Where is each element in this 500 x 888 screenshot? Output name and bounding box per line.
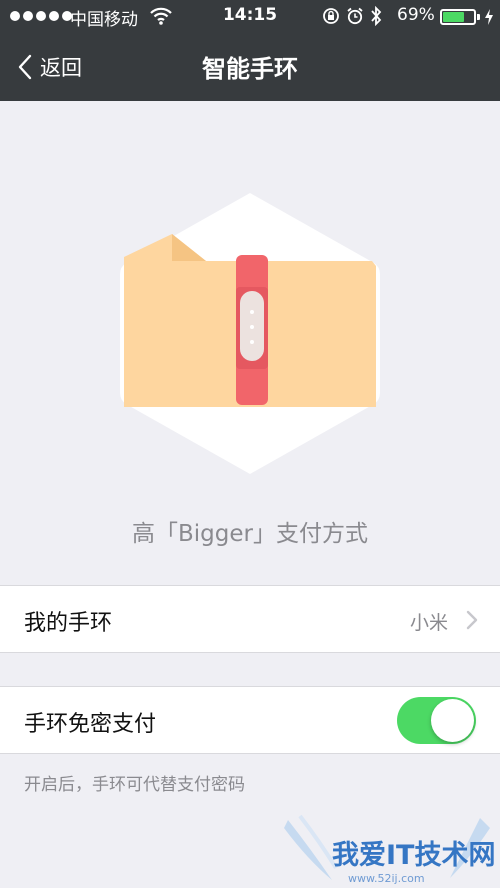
battery-level-fill bbox=[443, 12, 464, 22]
password-free-toggle[interactable] bbox=[397, 697, 476, 744]
nav-bar: 返回 智能手环 bbox=[0, 34, 500, 101]
illustration-caption: 高「Bigger」支付方式 bbox=[132, 521, 368, 547]
battery-icon bbox=[440, 9, 476, 25]
svg-text:www.52ij.com: www.52ij.com bbox=[348, 872, 425, 885]
toggle-knob bbox=[431, 699, 474, 742]
battery-percentage: 69% bbox=[397, 5, 435, 25]
password-free-label: 手环免密支付 bbox=[24, 712, 157, 737]
status-bar: 中国移动 14:15 69% bbox=[0, 0, 500, 34]
my-band-row[interactable]: 我的手环 小米 bbox=[0, 585, 500, 653]
header: 中国移动 14:15 69% 返回 智能手环 bbox=[0, 0, 500, 101]
bluetooth-icon bbox=[371, 6, 382, 26]
status-icons bbox=[322, 6, 382, 26]
chevron-right-icon bbox=[466, 610, 478, 630]
my-band-value: 小米 bbox=[409, 612, 448, 634]
page-title: 智能手环 bbox=[202, 55, 298, 83]
my-band-label: 我的手环 bbox=[24, 611, 113, 636]
site-watermark: 我爱IT技术网 www.52ij.com bbox=[284, 814, 495, 885]
password-free-hint: 开启后，手环可代替支付密码 bbox=[24, 775, 245, 795]
charging-icon bbox=[485, 9, 493, 25]
password-free-row: 手环免密支付 bbox=[0, 686, 500, 754]
screen: 中国移动 14:15 69% 返回 智能手环 高「Bigger」支付方式 我的手… bbox=[0, 0, 500, 888]
rotation-lock-icon bbox=[323, 8, 339, 24]
battery-tip bbox=[477, 14, 480, 20]
svg-text:我爱IT技术网: 我爱IT技术网 bbox=[332, 840, 495, 871]
alarm-icon bbox=[347, 7, 363, 25]
wristband-icon bbox=[120, 193, 380, 474]
